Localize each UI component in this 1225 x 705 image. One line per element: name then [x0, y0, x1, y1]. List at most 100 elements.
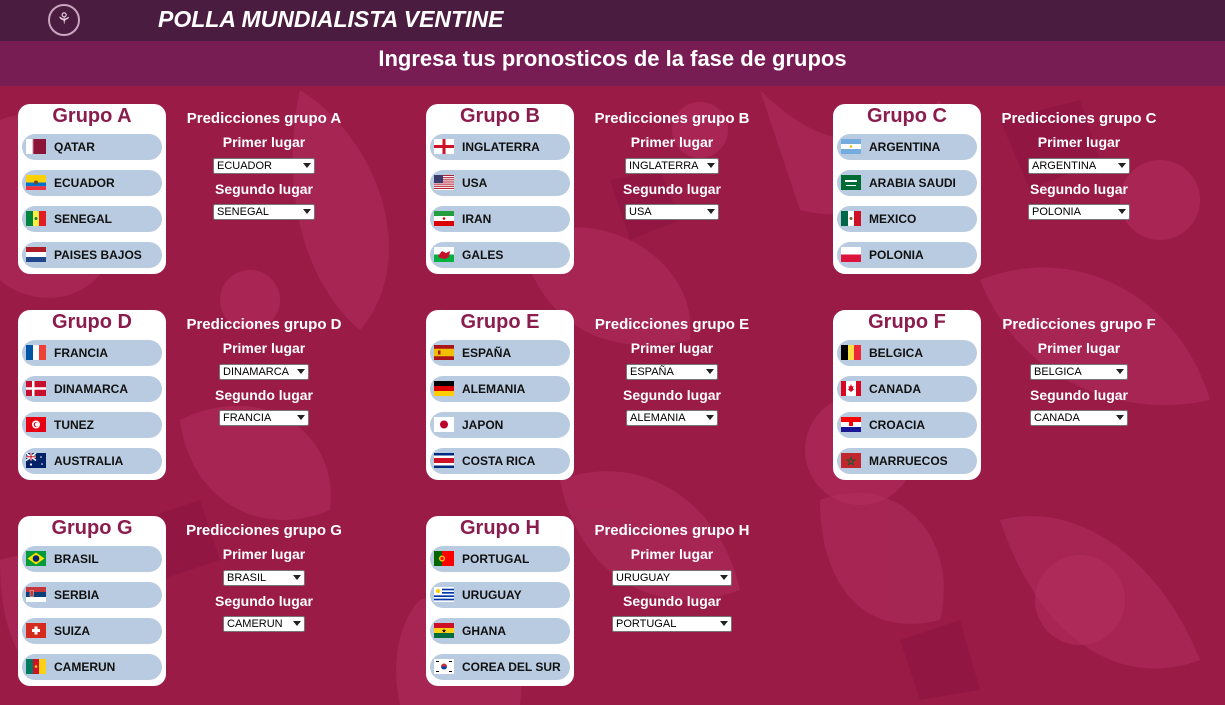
- second-place-label: Segundo lugar: [215, 387, 313, 403]
- first-place-label: Primer lugar: [630, 134, 714, 150]
- england-flag-icon: [434, 139, 454, 154]
- page-heading: Ingresa tus pronosticos de la fase de gr…: [378, 46, 847, 71]
- first-place-label: Primer lugar: [630, 340, 714, 356]
- team-item-serbia: SERBIA: [22, 582, 162, 608]
- poland-flag-icon: [841, 247, 861, 262]
- team-item-iran: IRAN: [430, 206, 570, 232]
- second-place-select[interactable]: ALEMANIA: [626, 410, 718, 426]
- prediction-title: Predicciones grupo F: [1002, 316, 1156, 333]
- team-item-mexico: MEXICO: [837, 206, 977, 232]
- first-place-select[interactable]: ARGENTINA: [1028, 158, 1130, 174]
- second-place-value: ALEMANIA: [630, 412, 686, 424]
- team-name: AUSTRALIA: [54, 454, 124, 468]
- first-place-select[interactable]: BELGICA: [1030, 364, 1128, 380]
- team-item-belgica: BELGICA: [837, 340, 977, 366]
- japan-flag-icon: [434, 417, 454, 432]
- prediction-panel-f: Predicciones grupo F Primer lugar BELGICA S…: [979, 316, 1179, 446]
- team-item-portugal: PORTUGAL: [430, 546, 570, 572]
- team-item-corea-del-sur: COREA DEL SUR: [430, 654, 570, 680]
- first-place-select[interactable]: DINAMARCA: [219, 364, 309, 380]
- team-item-gales: GALES: [430, 242, 570, 268]
- chevron-down-icon: [297, 369, 305, 374]
- belgium-flag-icon: [841, 345, 861, 360]
- top-bar: ⚘ POLLA MUNDIALISTA VENTINE: [0, 0, 1225, 41]
- second-place-label: Segundo lugar: [215, 593, 313, 609]
- group-card-h: Grupo H PORTUGAL URUGUAY GHANA COREA DEL SUR: [426, 516, 574, 686]
- first-place-label: Primer lugar: [222, 340, 306, 356]
- france-flag-icon: [26, 345, 46, 360]
- qatar-flag-icon: [26, 139, 46, 154]
- team-name: ARGENTINA: [869, 140, 941, 154]
- second-place-select[interactable]: USA: [625, 204, 719, 220]
- second-place-value: SENEGAL: [217, 206, 269, 218]
- team-item-dinamarca: DINAMARCA: [22, 376, 162, 402]
- argentina-flag-icon: [841, 139, 861, 154]
- team-name: CROACIA: [869, 418, 925, 432]
- group-card-g: Grupo G BRASIL SERBIA SUIZA CAMERUN: [18, 516, 166, 686]
- first-place-select[interactable]: BRASIL: [223, 570, 305, 586]
- portugal-flag-icon: [434, 551, 454, 566]
- team-name: IRAN: [462, 212, 492, 226]
- team-name: POLONIA: [869, 248, 924, 262]
- mexico-flag-icon: [841, 211, 861, 226]
- netherlands-flag-icon: [26, 247, 46, 262]
- team-name: ARABIA SAUDI: [869, 176, 956, 190]
- team-item-camerun: CAMERUN: [22, 654, 162, 680]
- second-place-select[interactable]: FRANCIA: [219, 410, 309, 426]
- team-name: ALEMANIA: [462, 382, 526, 396]
- team-name: MARRUECOS: [869, 454, 948, 468]
- second-place-select[interactable]: PORTUGAL: [612, 616, 732, 632]
- team-item-croacia: CROACIA: [837, 412, 977, 438]
- first-place-value: DINAMARCA: [223, 366, 290, 378]
- usa-flag-icon: [434, 175, 454, 190]
- second-place-select[interactable]: POLONIA: [1028, 204, 1130, 220]
- first-place-label: Primer lugar: [630, 546, 714, 562]
- team-name: ESPAÑA: [462, 346, 512, 360]
- group-card-f: Grupo F BELGICA CANADA CROACIA MARRUECOS: [833, 310, 981, 480]
- group-title: Grupo A: [52, 105, 132, 127]
- team-name: BELGICA: [869, 346, 923, 360]
- chevron-down-icon: [1116, 369, 1124, 374]
- first-place-select[interactable]: INGLATERRA: [625, 158, 719, 174]
- first-place-value: ESPAÑA: [630, 366, 674, 378]
- team-item-paises-bajos: PAISES BAJOS: [22, 242, 162, 268]
- group-title: Grupo E: [460, 311, 540, 333]
- australia-flag-icon: [26, 453, 46, 468]
- chevron-down-icon: [720, 575, 728, 580]
- team-name: SERBIA: [54, 588, 100, 602]
- team-name: COREA DEL SUR: [462, 660, 561, 674]
- prediction-title: Predicciones grupo G: [186, 522, 342, 539]
- first-place-value: INGLATERRA: [629, 160, 699, 172]
- team-name: CANADA: [869, 382, 921, 396]
- second-place-select[interactable]: CANADA: [1030, 410, 1128, 426]
- group-card-b: Grupo B INGLATERRA USA IRAN GALES: [426, 104, 574, 274]
- group-card-e: Grupo E ESPAÑA ALEMANIA JAPON COSTA RICA: [426, 310, 574, 480]
- team-name: COSTA RICA: [462, 454, 536, 468]
- iran-flag-icon: [434, 211, 454, 226]
- team-name: SENEGAL: [54, 212, 113, 226]
- second-place-label: Segundo lugar: [1030, 181, 1128, 197]
- first-place-select[interactable]: ESPAÑA: [626, 364, 718, 380]
- team-item-espana: ESPAÑA: [430, 340, 570, 366]
- team-name: SUIZA: [54, 624, 90, 638]
- team-item-canada: CANADA: [837, 376, 977, 402]
- second-place-value: FRANCIA: [223, 412, 272, 424]
- first-place-value: URUGUAY: [616, 572, 671, 584]
- first-place-select[interactable]: URUGUAY: [612, 570, 732, 586]
- uruguay-flag-icon: [434, 587, 454, 602]
- second-place-value: USA: [629, 206, 652, 218]
- tulip-emblem-icon[interactable]: ⚘: [48, 4, 80, 36]
- second-place-select[interactable]: CAMERUN: [223, 616, 305, 632]
- first-place-value: ECUADOR: [217, 160, 273, 172]
- second-place-select[interactable]: SENEGAL: [213, 204, 315, 220]
- chevron-down-icon: [707, 163, 715, 168]
- group-card-c: Grupo C ARGENTINA ARABIA SAUDI MEXICO POLONI…: [833, 104, 981, 274]
- first-place-select[interactable]: ECUADOR: [213, 158, 315, 174]
- team-item-argentina: ARGENTINA: [837, 134, 977, 160]
- second-place-label: Segundo lugar: [623, 181, 721, 197]
- team-name: PORTUGAL: [462, 552, 530, 566]
- prediction-panel-d: Predicciones grupo D Primer lugar DINAMARC…: [164, 316, 364, 446]
- germany-flag-icon: [434, 381, 454, 396]
- team-item-australia: AUSTRALIA: [22, 448, 162, 474]
- team-item-usa: USA: [430, 170, 570, 196]
